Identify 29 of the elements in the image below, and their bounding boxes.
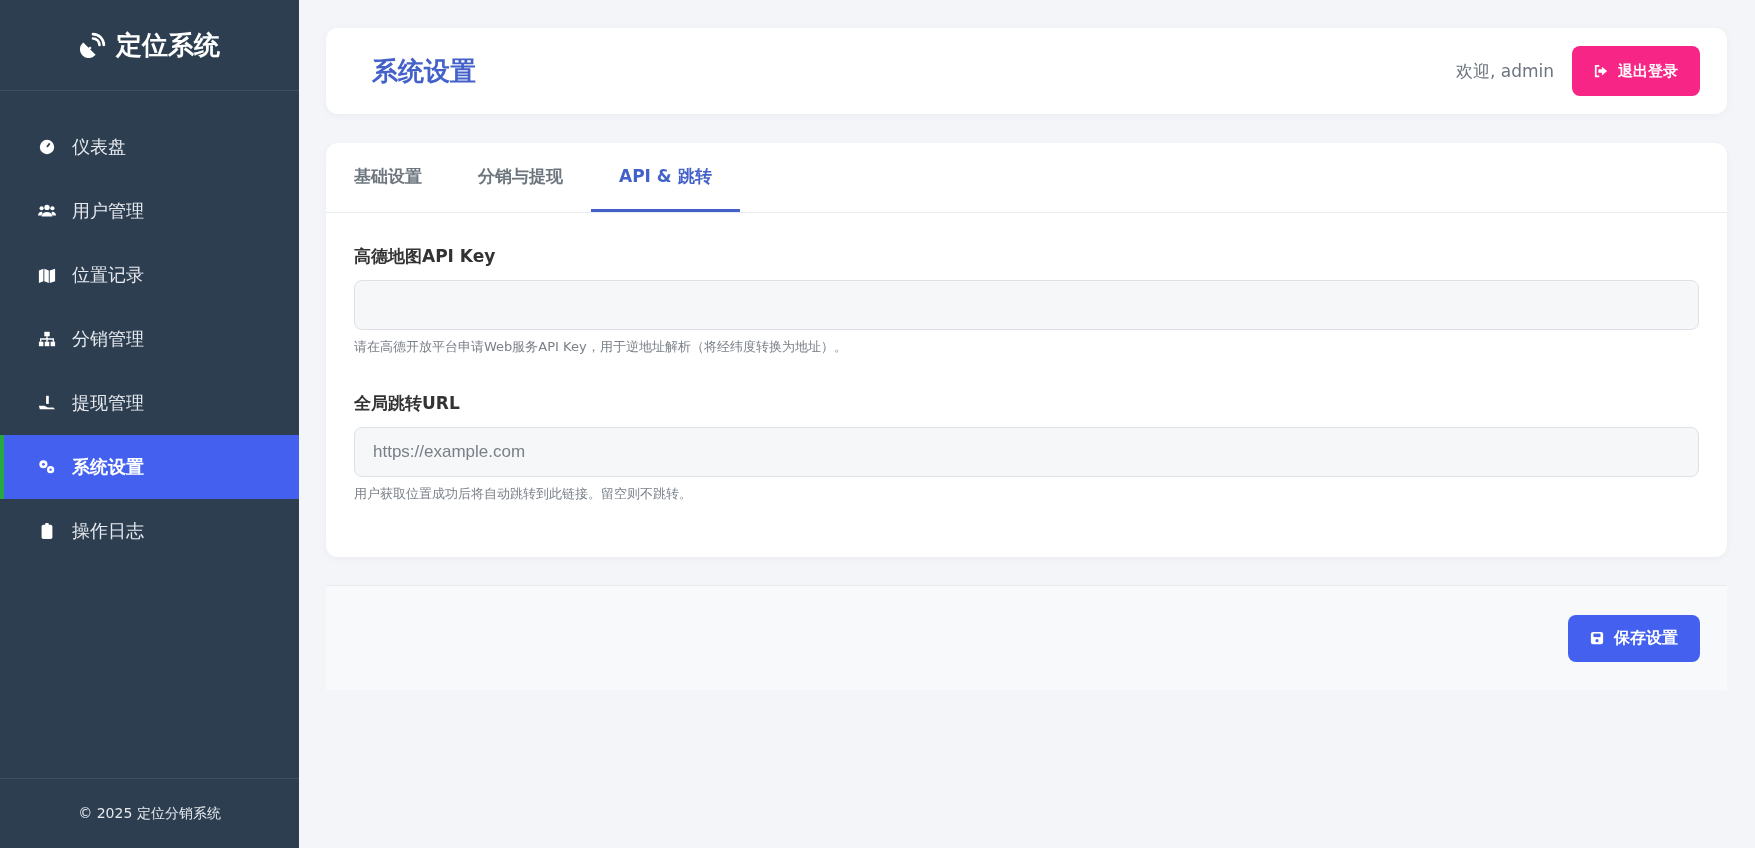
sidebar-item[interactable]: 操作日志 — [0, 499, 299, 563]
field-label: 全局跳转URL — [354, 392, 461, 415]
help-text: 请在高德开放平台申请Web服务API Key，用于逆地址解析（将经纬度转换为地址）。 — [354, 338, 848, 356]
page-title: 系统设置 — [372, 54, 476, 88]
tab[interactable]: 分销与提现 — [450, 143, 591, 212]
sidebar-item[interactable]: 系统设置 — [0, 435, 299, 499]
tab[interactable]: 基础设置 — [326, 143, 450, 212]
sidebar-item[interactable]: 提现管理 — [0, 371, 299, 435]
field-label: 高德地图API Key — [354, 245, 497, 268]
help-text: 用户获取位置成功后将自动跳转到此链接。留空则不跳转。 — [354, 485, 693, 503]
input-field[interactable]: https://example.com — [354, 427, 1699, 477]
gauge-icon — [38, 138, 56, 156]
tab[interactable]: API & 跳转 — [591, 143, 740, 212]
sidebar-item[interactable]: 分销管理 — [0, 307, 299, 371]
sign-out-icon — [1594, 64, 1608, 78]
save-button[interactable]: 保存设置 — [1568, 614, 1700, 662]
copyright-text: © 2025 定位分销系统 — [0, 778, 299, 848]
app-title: 定位系统 — [115, 28, 220, 62]
map-icon — [38, 266, 56, 284]
satellite-dish-icon — [79, 32, 106, 58]
welcome-text: 欢迎, admin — [1455, 59, 1554, 83]
logout-button[interactable]: 退出登录 — [1572, 46, 1700, 96]
sitemap-icon — [38, 330, 56, 348]
gears-icon — [38, 458, 56, 476]
sidebar-item[interactable]: 用户管理 — [0, 179, 299, 243]
input-field[interactable] — [354, 280, 1699, 330]
save-icon — [1590, 631, 1604, 645]
sidebar-item[interactable]: 位置记录 — [0, 243, 299, 307]
sidebar-item[interactable]: 仪表盘 — [0, 115, 299, 179]
